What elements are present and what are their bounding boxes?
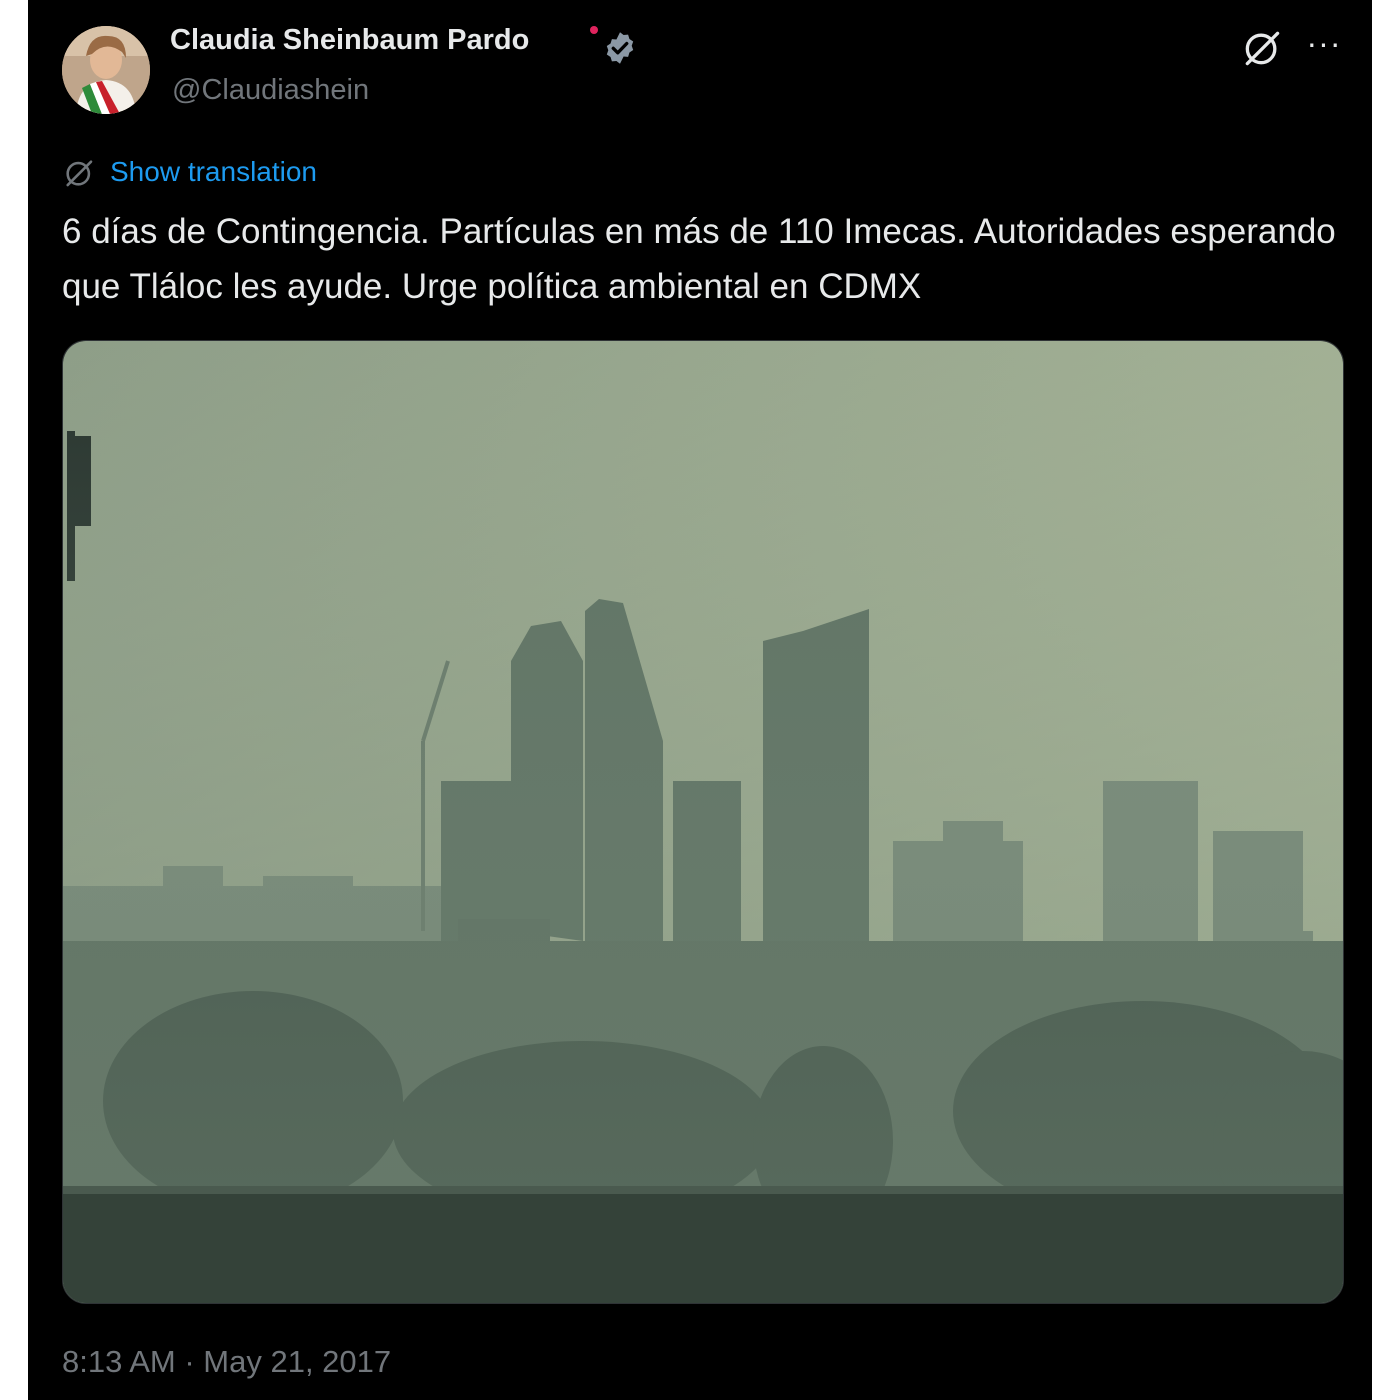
grok-translate-icon <box>62 156 96 190</box>
more-icon[interactable]: ··· <box>1300 27 1348 68</box>
show-translation-link[interactable]: Show translation <box>110 156 317 188</box>
author-name[interactable]: Claudia Sheinbaum Pardo <box>170 24 529 57</box>
avatar[interactable] <box>62 26 150 114</box>
tweet-photo[interactable] <box>62 340 1344 1304</box>
notification-dot <box>590 26 598 34</box>
author-handle[interactable]: @Claudiashein <box>172 74 369 107</box>
verified-badge-icon <box>602 30 638 66</box>
tweet-text: 6 días de Contingencia. Partículas en má… <box>62 212 1336 306</box>
tweet-timestamp[interactable]: 8:13 AM · May 21, 2017 <box>62 1344 391 1380</box>
grok-icon[interactable] <box>1240 26 1284 70</box>
